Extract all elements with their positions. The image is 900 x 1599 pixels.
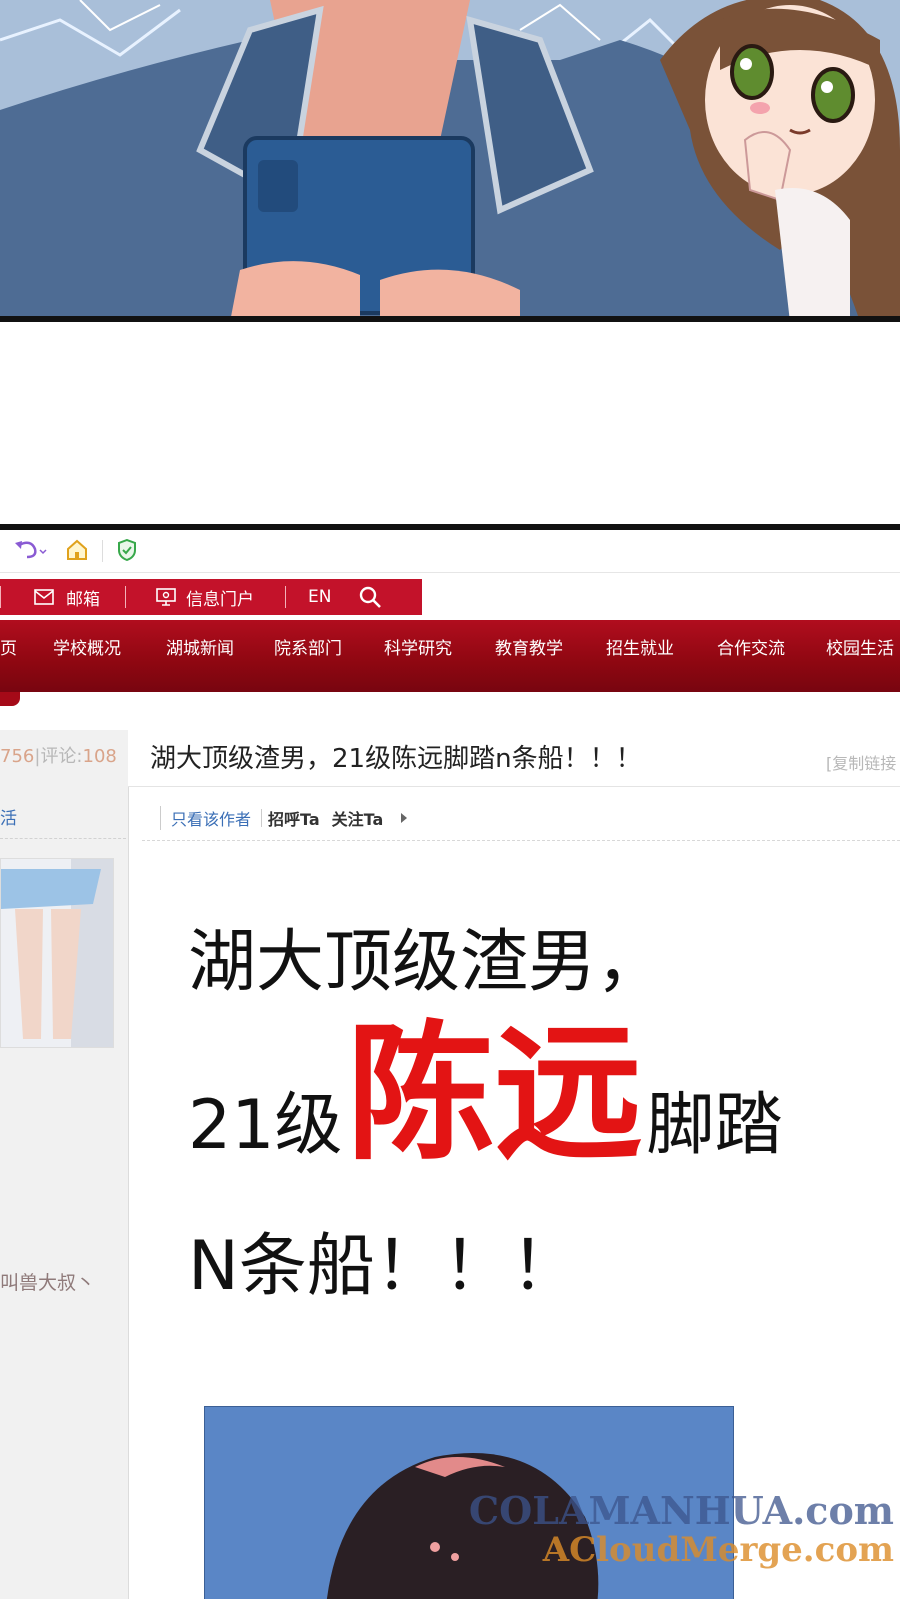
util-divider: [0, 586, 1, 608]
post-stats: 756|评论:108: [0, 746, 117, 767]
greet-link[interactable]: 招呼Ta: [268, 806, 320, 830]
headline-line-2: 21级 陈远 脚踏: [188, 1020, 783, 1168]
sidebar-divider: [0, 838, 126, 839]
views-count: 756: [0, 746, 35, 767]
nav-item-admissions[interactable]: 招生就业: [606, 634, 674, 659]
browser-screenshot-panel: 邮箱 信息门户 EN 页 学校概况 湖城新闻 院系部门 科学研究 教育教学 招生…: [0, 524, 900, 1599]
nav-item-cooperation[interactable]: 合作交流: [717, 634, 785, 659]
watermark-line-1: COLAMANHUA.com: [468, 1488, 894, 1533]
copy-link-button[interactable]: [复制链接: [826, 750, 896, 774]
author-divider: [142, 840, 900, 841]
nav-item-research[interactable]: 科学研究: [384, 634, 452, 659]
avatar-image: [1, 859, 113, 1047]
main-nav: 页 学校概况 湖城新闻 院系部门 科学研究 教育教学 招生就业 合作交流 校园生…: [0, 620, 900, 692]
nav-item-campus-life[interactable]: 校园生活: [826, 634, 894, 659]
action-divider: [261, 809, 263, 827]
utility-bar: 邮箱 信息门户 EN: [0, 579, 422, 615]
headline-line-3: N条船！！！: [188, 1227, 579, 1306]
undo-icon[interactable]: [10, 536, 50, 564]
mail-icon: [34, 589, 54, 605]
shield-icon[interactable]: [112, 536, 142, 564]
post-title: 湖大顶级渣男，21级陈远脚踏n条船！！！: [150, 744, 642, 774]
headline-line-1: 湖大顶级渣男，: [188, 923, 665, 1002]
comic-illustration-top: [0, 0, 900, 316]
comic-panel-top: [0, 0, 900, 322]
author-actions: 只看该作者 招呼Ta 关注Ta: [160, 798, 411, 838]
comments-label: 评论:: [40, 746, 83, 767]
portal-label: 信息门户: [186, 589, 254, 610]
follow-link[interactable]: 关注Ta: [332, 806, 384, 830]
watermark-line-2: ACloudMerge.com: [542, 1530, 894, 1570]
portal-icon: [156, 588, 176, 606]
mail-link[interactable]: 邮箱: [34, 579, 100, 615]
toolbar-divider: [102, 540, 103, 562]
author-tag[interactable]: 活: [0, 804, 17, 829]
author-sidebar: 756|评论:108 活 叫兽大叔丶: [0, 730, 129, 1599]
caret-right-icon[interactable]: [397, 811, 411, 825]
util-divider: [285, 586, 286, 608]
nav-active-tab: [0, 692, 20, 706]
lang-label: EN: [308, 587, 332, 607]
headline-line2-prefix: 21级: [188, 1086, 343, 1165]
headline-line2-suffix: 脚踏: [646, 1086, 783, 1165]
search-icon: [359, 586, 381, 608]
nav-item-departments[interactable]: 院系部门: [274, 634, 342, 659]
search-button[interactable]: [358, 579, 382, 615]
home-icon[interactable]: [62, 536, 92, 564]
browser-toolbar: [0, 530, 900, 573]
nav-item-news[interactable]: 湖城新闻: [166, 634, 234, 659]
mail-label: 邮箱: [66, 589, 100, 610]
nav-item-education[interactable]: 教育教学: [495, 634, 563, 659]
util-divider: [125, 586, 126, 608]
nav-item-about[interactable]: 学校概况: [53, 634, 121, 659]
author-username[interactable]: 叫兽大叔丶: [0, 1268, 95, 1295]
headline-highlight: 陈远: [346, 1008, 643, 1180]
language-switch[interactable]: EN: [308, 579, 331, 615]
avatar[interactable]: [0, 858, 114, 1048]
only-author-link[interactable]: 只看该作者: [160, 806, 251, 830]
nav-item-home[interactable]: 页: [0, 634, 17, 659]
post-title-bar: 湖大顶级渣男，21级陈远脚踏n条船！！！: [128, 730, 900, 787]
portal-link[interactable]: 信息门户: [156, 579, 254, 615]
comments-count: 108: [82, 746, 117, 767]
